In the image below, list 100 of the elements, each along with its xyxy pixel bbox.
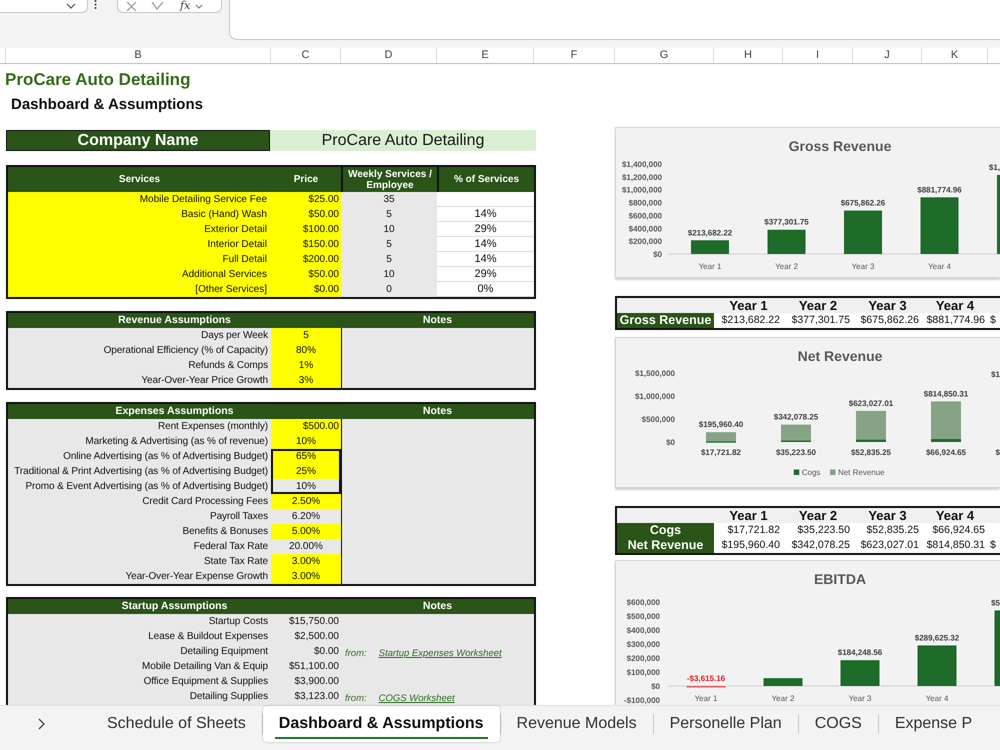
- column-header[interactable]: E: [437, 48, 534, 63]
- assumption-label: Refunds & Comps: [8, 358, 271, 373]
- chart-title: EBITDA: [814, 571, 866, 587]
- worksheet-link[interactable]: Startup Expenses Worksheet: [378, 648, 502, 659]
- axis-tick-label: $400,000: [628, 224, 662, 234]
- axis-tick-label: $0: [651, 682, 660, 691]
- data-label: -$3,615.16: [686, 674, 726, 683]
- assumption-label: Credit Card Processing Fees: [8, 494, 271, 509]
- table-cell: 35: [341, 192, 437, 207]
- chart-title: Gross Revenue: [788, 138, 892, 154]
- chart-bar: [764, 678, 802, 686]
- assumption-label: State Tax Rate: [8, 554, 271, 569]
- input-cell: 10%: [271, 434, 341, 449]
- note-text: from: Startup Expenses Worksheet: [345, 648, 502, 659]
- category-label: Year 3: [852, 262, 874, 271]
- chevron-right-icon[interactable]: [38, 718, 45, 730]
- input-cell: 3%: [271, 373, 341, 388]
- percent-cell: 0%: [437, 282, 534, 297]
- service-name: Interior Detail: [8, 237, 271, 252]
- service-name: [Other Services]: [8, 282, 271, 297]
- data-label: $195,960.40: [698, 420, 744, 430]
- row-header: Gross Revenue: [617, 313, 714, 328]
- axis-tick-label: $400,000: [626, 626, 660, 635]
- axis-tick-label: $0: [666, 438, 675, 447]
- axis-tick-label: $500,000: [642, 415, 675, 424]
- assumption-label: Benefits & Bonuses: [8, 524, 271, 539]
- assumption-label: Year-Over-Year Price Growth: [8, 373, 271, 388]
- assumption-label: Federal Tax Rate: [8, 539, 271, 554]
- input-cell: $500.00: [271, 419, 341, 434]
- column-header[interactable]: C: [271, 48, 341, 63]
- sheet-tab[interactable]: Schedule of Sheets: [91, 706, 262, 742]
- caret-icon[interactable]: [66, 3, 76, 9]
- category-label: Year 4: [926, 694, 948, 703]
- input-cell: 65%: [271, 449, 341, 464]
- sheet-tab[interactable]: Expense P: [878, 706, 988, 742]
- price-cell: $100.00: [271, 222, 341, 237]
- column-header: Year 4: [934, 298, 976, 313]
- chart-bar: [844, 210, 882, 254]
- company-name-label: Company Name: [6, 130, 270, 151]
- column-header[interactable]: I: [783, 48, 853, 63]
- assumption-label: Marketing & Advertising (as % of revenue): [8, 434, 271, 449]
- input-cell: 2.50%: [271, 494, 341, 509]
- axis-tick-label: $1,200,000: [622, 172, 662, 182]
- input-cell: 80%: [271, 343, 341, 358]
- column-header[interactable]: G: [615, 48, 714, 63]
- category-label: Year 1: [694, 694, 718, 703]
- category-label: Year 3: [848, 694, 872, 703]
- formula-input[interactable]: [229, 0, 1000, 40]
- column-header[interactable]: B: [6, 48, 271, 63]
- service-name: Exterior Detail: [8, 222, 271, 237]
- section-header: Startup Assumptions: [8, 599, 341, 614]
- input-cell: 3.00%: [271, 554, 341, 569]
- data-label: $66,924.65: [926, 448, 966, 457]
- price-cell: $25.00: [271, 192, 341, 207]
- check-icon[interactable]: [151, 2, 164, 10]
- percent-cell: 29%: [437, 267, 534, 282]
- legend-label: Net Revenue: [838, 468, 885, 477]
- column-header[interactable]: F: [534, 48, 615, 63]
- column-header[interactable]: J: [853, 48, 922, 63]
- column-header: Year 1: [728, 508, 769, 523]
- more-icon[interactable]: [94, 0, 97, 9]
- data-label: $213,682.22: [688, 228, 732, 238]
- input-cell: 5: [271, 328, 341, 343]
- column-header: % of Services: [437, 167, 534, 192]
- chart-bar: [768, 230, 806, 254]
- sheet-title: ProCare Auto Detailing: [5, 70, 192, 90]
- price-cell: $50.00: [271, 267, 341, 282]
- input-cell: 20.00%: [271, 539, 341, 554]
- input-cell: 6.20%: [271, 509, 341, 524]
- axis-tick-label: $300,000: [626, 640, 660, 649]
- data-label: $342,078.25: [774, 412, 818, 422]
- input-cell: 1%: [271, 358, 341, 373]
- percent-cell: 29%: [437, 222, 534, 237]
- sheet-tab[interactable]: Personelle Plan: [654, 706, 798, 742]
- assumption-label: Days per Week: [8, 328, 271, 343]
- service-name: Basic (Hand) Wash: [8, 207, 271, 222]
- data-label: $35,223.50: [776, 448, 816, 457]
- cancel-icon[interactable]: [126, 2, 137, 10]
- axis-tick-label: $0: [653, 250, 662, 259]
- assumption-label: Promo & Event Advertising (as % of Advertising Budget): [8, 479, 271, 494]
- chart-bar: [920, 197, 958, 254]
- insert-function-button[interactable]: fx: [180, 0, 204, 12]
- worksheet-link[interactable]: COGS Worksheet: [378, 693, 455, 704]
- data-label: $: [996, 448, 1000, 457]
- column-header[interactable]: D: [341, 48, 437, 63]
- column-header[interactable]: K: [922, 48, 988, 63]
- sheet-tab[interactable]: Dashboard & Assumptions: [262, 706, 500, 742]
- category-label: Year 2: [772, 694, 794, 703]
- assumption-label: Year-Over-Year Expense Growth: [8, 569, 271, 584]
- category-label: Year 1: [698, 262, 722, 271]
- column-header[interactable]: H: [714, 48, 783, 63]
- sheet-tab[interactable]: Revenue Models: [500, 706, 653, 742]
- sheet-tab[interactable]: COGS: [798, 706, 878, 742]
- table-cell: 10: [341, 222, 437, 237]
- axis-tick-label: $200,000: [628, 237, 662, 246]
- data-label: $377,301.75: [764, 218, 809, 227]
- axis-tick-label: $600,000: [626, 598, 660, 607]
- axis-tick-label: $600,000: [628, 211, 662, 220]
- section-header: Revenue Assumptions: [8, 313, 341, 328]
- column-header: Year 2: [798, 298, 838, 313]
